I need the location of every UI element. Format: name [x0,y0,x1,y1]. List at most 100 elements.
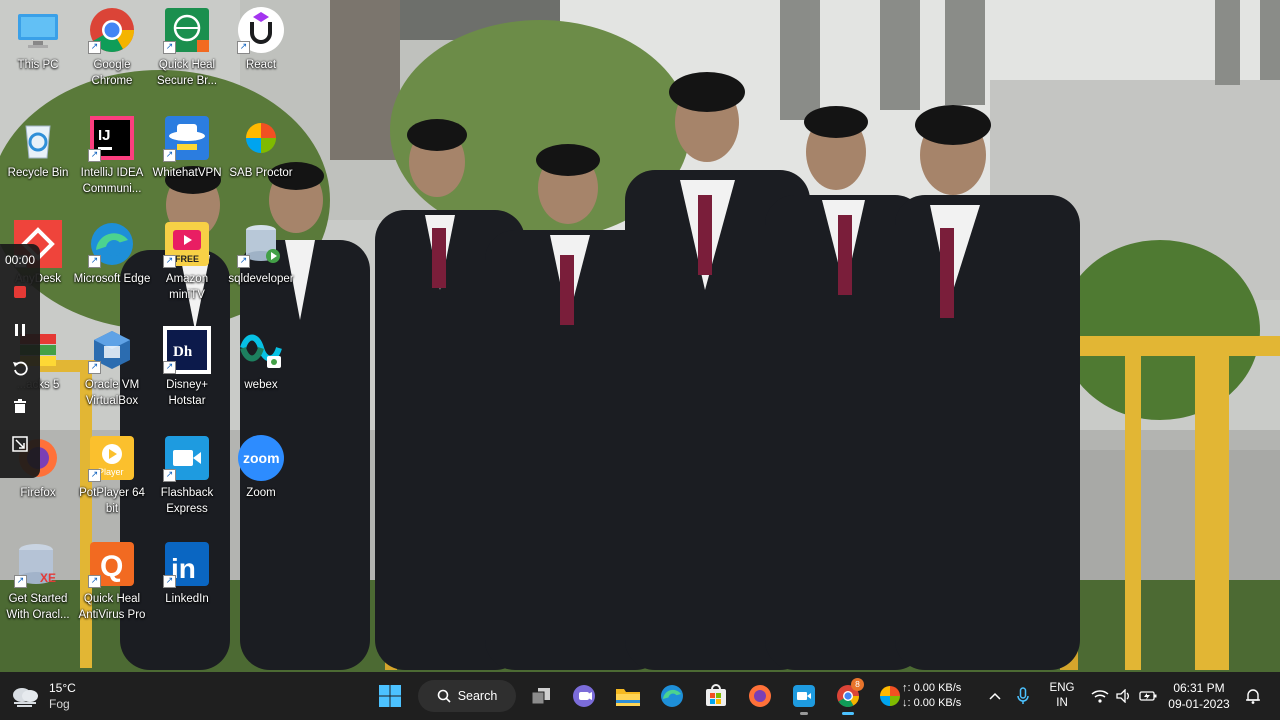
pause-icon [15,324,25,336]
store-icon [706,684,726,706]
search-icon [437,689,451,703]
taskbar-video-app[interactable] [784,676,824,716]
desktop-icon-label: SAB Proctor [229,167,293,179]
quick-settings-button[interactable] [1088,676,1160,716]
svg-text:Dh: Dh [173,344,193,360]
webex-icon [237,326,285,374]
desktop-icon-label: webex [244,379,278,391]
desktop-icon-label: Get Started With Oracl... [6,593,70,621]
chat-icon [573,685,595,707]
desktop-icon-label: IntelliJ IDEA Communi... [80,167,144,195]
notification-center-button[interactable] [1240,676,1266,716]
recycle-bin-icon [14,114,62,162]
video-camera-icon [793,685,815,707]
edge-icon [661,685,683,707]
chevron-up-icon [989,692,1001,700]
proctor-icon [237,114,285,162]
desktop-icon-linkedin[interactable]: in ↗ LinkedIn [149,536,225,636]
taskbar-file-explorer[interactable] [608,676,648,716]
desktop-icon-potplayer[interactable]: Player ↗ PotPlayer 64 bit [74,430,150,530]
desktop-icon-oracle-get-started[interactable]: XE ↗ Get Started With Oracl... [0,536,76,636]
desktop-icon-label: sqldeveloper [228,273,294,285]
clock-date: 09-01-2023 [1168,697,1230,711]
language-indicator[interactable]: ENG IN [1042,676,1082,716]
language-code: ENG [1049,682,1075,694]
desktop-icon-label: Zoom [246,487,276,499]
taskbar-chrome[interactable]: 8 [828,676,868,716]
desktop-icon-oracle-virtualbox[interactable]: ↗ Oracle VM VirtualBox [74,322,150,422]
taskbar-search-box[interactable]: Search [418,680,516,712]
secure-browser-icon: ↗ [163,6,211,54]
notification-bell-icon [1246,689,1260,704]
hotstar-icon: Dh ↗ [163,326,211,374]
desktop-icon-sab-proctor[interactable]: SAB Proctor [223,110,299,210]
desktop-icon-disney-hotstar[interactable]: Dh ↗ Disney+ Hotstar [149,322,225,422]
expand-icon [12,436,28,452]
recording-timer: 00:00 [4,253,36,267]
minitv-icon: FREE ↗ [163,220,211,268]
active-indicator [842,712,854,715]
desktop-icon-label: Amazon miniTV [165,273,209,301]
wifi-icon [1091,690,1109,703]
desktop-icon-label: Quick Heal Secure Br... [156,59,218,87]
desktop-icon-label: PotPlayer 64 bit [79,487,145,515]
svg-text:Q: Q [100,550,123,583]
video-camera-icon: ↗ [163,434,211,482]
task-view-icon [531,688,550,705]
download-speed: ↓: 0.00 KB/s [902,697,962,709]
weather-text: 15°C Fog [49,680,76,712]
desktop-icon-label: WhitehatVPN [152,167,222,179]
desktop-icon-react[interactable]: ↗ React [223,2,299,102]
restart-button[interactable] [0,349,40,387]
database-icon: ↗ [237,220,285,268]
taskbar-chat[interactable] [564,676,604,716]
quick-heal-icon: Q ↗ [88,540,136,588]
show-hidden-icons-button[interactable] [984,676,1006,716]
desktop-icon-label: Google Chrome [91,59,133,87]
desktop-icon-amazon-minitv[interactable]: FREE ↗ Amazon miniTV [149,216,225,316]
desktop-icon-webex[interactable]: webex [223,322,299,422]
svg-text:FREE: FREE [175,254,199,264]
weather-widget[interactable]: 15°C Fog [10,676,100,716]
firefox-icon [749,685,771,707]
linkedin-icon: in ↗ [163,540,211,588]
microphone-indicator[interactable] [1012,676,1034,716]
desktop-icon-zoom[interactable]: zoom Zoom [223,430,299,530]
pause-button[interactable] [0,311,40,349]
taskbar-firefox[interactable] [740,676,780,716]
microphone-icon [1017,687,1029,704]
desktop-icon-sqldeveloper[interactable]: ↗ sqldeveloper [223,216,299,316]
start-button[interactable] [370,676,410,716]
screen-recorder-toolbar: 00:00 [0,244,40,478]
weather-temperature: 15°C [49,681,76,695]
desktop-icon-label: Disney+ Hotstar [166,379,208,407]
desktop-icon-recycle-bin[interactable]: Recycle Bin [0,110,76,210]
expand-button[interactable] [0,425,40,463]
desktop-icon-intellij-idea[interactable]: IJ ↗ IntelliJ IDEA Communi... [74,110,150,210]
delete-recording-button[interactable] [0,387,40,425]
desktop-icon-whitehatvpn[interactable]: ↗ WhitehatVPN [149,110,225,210]
desktop-icon-microsoft-edge[interactable]: ↗ Microsoft Edge [74,216,150,316]
svg-text:XE: XE [40,571,56,585]
desktop-icon-quick-heal-secure-browser[interactable]: ↗ Quick Heal Secure Br... [149,2,225,102]
restart-icon [13,361,28,376]
network-speed-meter: ↑: 0.00 KB/s ↓: 0.00 KB/s [902,676,976,716]
clock[interactable]: 06:31 PM 09-01-2023 [1164,676,1234,716]
edge-icon: ↗ [88,220,136,268]
database-icon: XE ↗ [14,540,62,588]
upload-speed: ↑: 0.00 KB/s [902,682,962,694]
taskbar-microsoft-store[interactable] [696,676,736,716]
task-view-button[interactable] [522,676,560,716]
trash-icon [14,399,26,413]
desktop-icon-flashback-express[interactable]: ↗ Flashback Express [149,430,225,530]
desktop-icon-label: Quick Heal AntiVirus Pro [78,593,146,621]
stop-record-button[interactable] [0,273,40,311]
desktop-icon-google-chrome[interactable]: ↗ Google Chrome [74,2,150,102]
desktop-icon-quick-heal-antivirus[interactable]: Q ↗ Quick Heal AntiVirus Pro [74,536,150,636]
search-label: Search [457,689,498,703]
desktop-icon-this-pc[interactable]: This PC [0,2,76,102]
clock-time: 06:31 PM [1173,681,1225,695]
taskbar: 15°C Fog Search 8 ↑: 0.00 KB/s ↓: 0.00 K… [0,672,1280,720]
virtualbox-icon: ↗ [88,326,136,374]
taskbar-edge[interactable] [652,676,692,716]
